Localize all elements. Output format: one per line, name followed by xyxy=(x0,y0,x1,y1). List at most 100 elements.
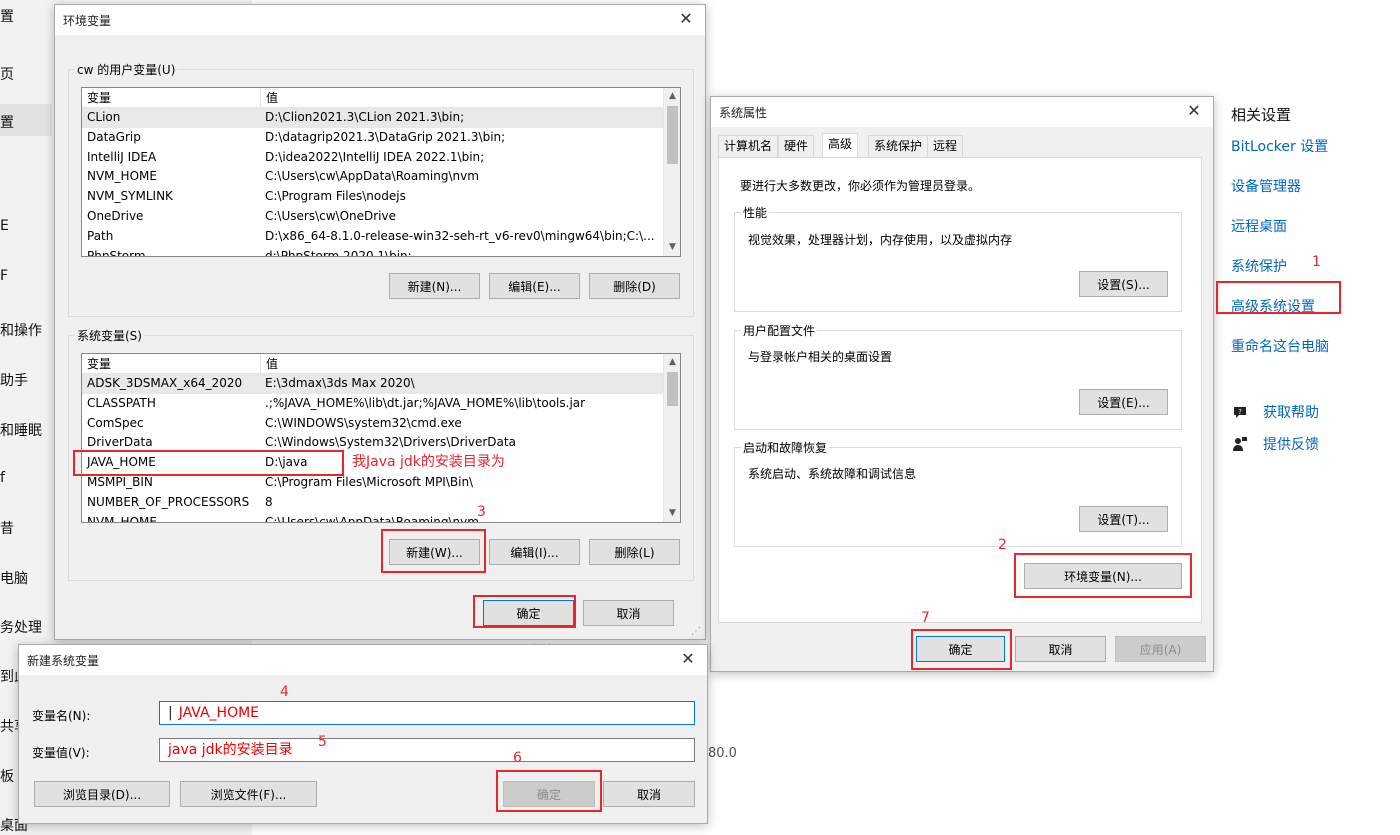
sysprops-title: 系统属性 xyxy=(719,105,768,120)
table-row[interactable]: DataGrip D:\datagrip2021.3\DataGrip 2021.… xyxy=(82,128,680,148)
svg-text:?: ? xyxy=(1238,408,1242,416)
scroll-down-icon[interactable]: ▼ xyxy=(664,505,680,522)
close-icon[interactable]: ✕ xyxy=(677,10,695,28)
user-profiles-label: 用户配置文件 xyxy=(741,322,818,339)
user-vars-list[interactable]: 变量 值 CLion D:\Clion2021.3\CLion 2021.3\bi… xyxy=(81,87,681,257)
system-delete-button[interactable]: 删除(L) xyxy=(589,539,680,565)
table-row[interactable]: NVM_HOME C:\Users\cw\AppData\Roaming\nvm xyxy=(82,513,680,522)
nav-item[interactable]: 昔 xyxy=(0,518,14,538)
new-var-cancel-button[interactable]: 取消 xyxy=(603,781,695,807)
variable-value-input[interactable]: java jdk的安装目录 xyxy=(159,738,695,762)
browse-file-button[interactable]: 浏览文件(F)... xyxy=(180,781,317,807)
tab-remote[interactable]: 远程 xyxy=(927,135,964,157)
variable-value-label: 变量值(V): xyxy=(32,746,90,760)
rename-pc-link[interactable]: 重命名这台电脑 xyxy=(1231,337,1391,377)
startup-recovery-group: 启动和故障恢复 xyxy=(734,439,1182,547)
feedback-row[interactable]: 提供反馈 xyxy=(1231,434,1319,454)
table-row[interactable]: NVM_HOME C:\Users\cw\AppData\Roaming\nvm xyxy=(82,167,680,187)
tab-computer-name[interactable]: 计算机名 xyxy=(718,135,779,157)
nav-item[interactable]: F xyxy=(0,268,8,284)
table-row[interactable]: Path D:\x86_64-8.1.0-release-win32-seh-rt… xyxy=(82,227,680,247)
performance-desc: 视觉效果，处理器计划，内存使用，以及虚拟内存 xyxy=(748,233,1013,247)
resize-grip-icon[interactable]: ⋰ xyxy=(691,626,701,637)
system-edit-button[interactable]: 编辑(I)... xyxy=(489,539,580,565)
table-row[interactable]: NVM_SYMLINK C:\Program Files\nodejs xyxy=(82,187,680,207)
get-help-link[interactable]: 获取帮助 xyxy=(1263,402,1319,422)
var-name: NUMBER_OF_PROCESSORS xyxy=(87,494,250,509)
close-icon[interactable]: ✕ xyxy=(1185,102,1203,120)
scroll-up-icon[interactable]: ▲ xyxy=(664,354,680,371)
var-name: DataGrip xyxy=(87,129,141,144)
system-vars-group-label: 系统变量(S) xyxy=(75,327,144,344)
variable-value-value: java jdk的安装目录 xyxy=(168,742,293,758)
var-name: ADSK_3DSMAX_x64_2020 xyxy=(87,376,243,390)
table-row[interactable]: ComSpec C:\WINDOWS\system32\cmd.exe xyxy=(82,414,680,434)
table-row[interactable]: OneDrive C:\Users\cw\OneDrive xyxy=(82,207,680,227)
close-icon[interactable]: ✕ xyxy=(679,650,697,668)
table-row[interactable]: ADSK_3DSMAX_x64_2020 E:\3dmax\3ds Max 202… xyxy=(82,374,680,394)
var-value: E:\3dmax\3ds Max 2020\ xyxy=(265,376,415,390)
table-row[interactable]: CLion D:\Clion2021.3\CLion 2021.3\bin; xyxy=(82,108,680,128)
browse-directory-button[interactable]: 浏览目录(D)... xyxy=(34,781,170,807)
nav-item[interactable]: 务处理 xyxy=(0,617,42,637)
new-var-title: 新建系统变量 xyxy=(27,653,100,668)
table-row[interactable]: PhpStorm d:\PhpStorm 2020.1\bin; xyxy=(82,247,680,257)
user-profiles-settings-button[interactable]: 设置(E)... xyxy=(1079,389,1168,415)
scroll-down-icon[interactable]: ▼ xyxy=(664,239,680,256)
annotation-number-3: 3 xyxy=(477,504,486,520)
nav-item[interactable]: 板 xyxy=(0,766,14,786)
user-vars-scrollbar[interactable]: ▲ ▼ xyxy=(663,88,680,256)
nav-item[interactable]: 置 xyxy=(0,6,14,26)
column-header-variable[interactable]: 变量 xyxy=(82,88,260,107)
column-header-variable[interactable]: 变量 xyxy=(82,354,260,373)
sysprops-apply-button[interactable]: 应用(A) xyxy=(1115,636,1206,662)
remote-desktop-link[interactable]: 远程桌面 xyxy=(1231,217,1391,257)
tab-system-protection[interactable]: 系统保护 xyxy=(868,135,929,157)
var-value: C:\Users\cw\AppData\Roaming\nvm xyxy=(265,169,479,184)
variable-name-input[interactable]: | JAVA_HOME xyxy=(159,701,695,725)
nav-item[interactable]: 和睡眠 xyxy=(0,420,42,440)
var-value: D:\Clion2021.3\CLion 2021.3\bin; xyxy=(265,110,465,124)
annotation-box-new-var-ok xyxy=(496,770,602,812)
nav-item[interactable]: 和操作 xyxy=(0,320,42,340)
var-name: NVM_SYMLINK xyxy=(87,189,173,204)
bitlocker-settings-link[interactable]: BitLocker 设置 xyxy=(1231,137,1391,177)
nav-item[interactable]: 助手 xyxy=(0,370,28,390)
var-name: PhpStorm xyxy=(87,248,146,257)
column-header-value[interactable]: 值 xyxy=(260,88,680,107)
user-new-button[interactable]: 新建(N)... xyxy=(389,273,480,299)
user-edit-button[interactable]: 编辑(E)... xyxy=(489,273,580,299)
table-row[interactable]: CLASSPATH .;%JAVA_HOME%\lib\dt.jar;%JAVA_… xyxy=(82,394,680,414)
variable-name-label: 变量名(N): xyxy=(32,709,91,723)
env-cancel-button[interactable]: 取消 xyxy=(583,600,674,626)
table-row[interactable]: IntelliJ IDEA D:\idea2022\IntelliJ IDEA 2… xyxy=(82,148,680,168)
nav-item[interactable]: E xyxy=(0,218,9,234)
column-header-value[interactable]: 值 xyxy=(260,354,680,373)
annotation-box-java-home-row xyxy=(73,450,344,476)
user-vars-group-label: cw 的用户变量(U) xyxy=(75,61,178,78)
scroll-up-icon[interactable]: ▲ xyxy=(664,88,680,105)
scroll-thumb[interactable] xyxy=(667,106,678,164)
tab-hardware[interactable]: 硬件 xyxy=(778,135,815,157)
nav-item[interactable]: 页 xyxy=(0,64,14,84)
performance-settings-button[interactable]: 设置(S)... xyxy=(1079,271,1168,297)
user-delete-button[interactable]: 删除(D) xyxy=(589,273,680,299)
variable-name-value: JAVA_HOME xyxy=(178,705,260,721)
nav-item[interactable]: f xyxy=(0,470,5,486)
system-vars-list[interactable]: 变量 值 ADSK_3DSMAX_x64_2020 E:\3dmax\3ds Ma… xyxy=(81,353,681,523)
bg-partial-number: 80.0 xyxy=(708,746,737,761)
nav-item-selected[interactable]: 置 xyxy=(0,112,14,132)
sysprops-cancel-button[interactable]: 取消 xyxy=(1015,636,1106,662)
get-help-row[interactable]: ? 获取帮助 xyxy=(1231,402,1319,422)
scroll-thumb[interactable] xyxy=(667,372,678,406)
table-row[interactable]: NUMBER_OF_PROCESSORS 8 xyxy=(82,493,680,513)
var-value: D:\x86_64-8.1.0-release-win32-seh-rt_v6-… xyxy=(265,228,655,243)
device-manager-link[interactable]: 设备管理器 xyxy=(1231,177,1391,217)
var-name: NVM_HOME xyxy=(87,169,157,184)
startup-recovery-settings-button[interactable]: 设置(T)... xyxy=(1079,506,1168,532)
nav-item[interactable]: 电脑 xyxy=(0,568,28,588)
tab-advanced[interactable]: 高级 xyxy=(822,133,859,158)
text-caret: | xyxy=(168,705,173,721)
feedback-link[interactable]: 提供反馈 xyxy=(1263,434,1319,454)
system-vars-scrollbar[interactable]: ▲ ▼ xyxy=(663,354,680,522)
